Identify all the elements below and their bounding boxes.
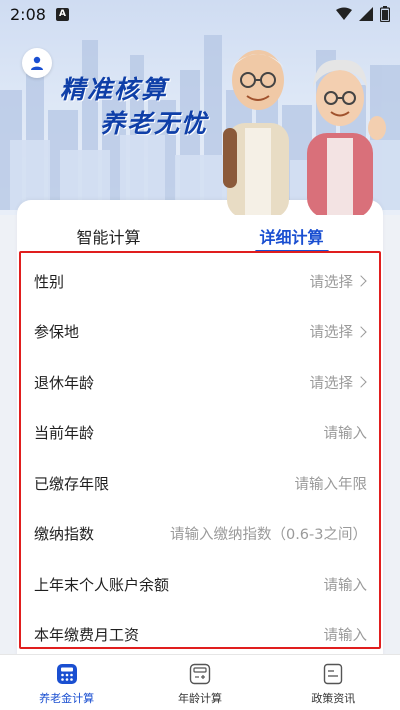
field-label: 已缴存年限 bbox=[34, 474, 110, 493]
field-placeholder: 请输入缴纳指数（0.6-3之间） bbox=[169, 527, 367, 544]
field-label: 本年缴费月工资 bbox=[34, 626, 140, 645]
insured-location-field[interactable]: 参保地 请选择 bbox=[17, 307, 383, 358]
hero-banner: 精准核算 养老无忧 bbox=[0, 0, 400, 215]
bottom-nav: 养老金计算 年龄计算 政策资讯 bbox=[0, 654, 400, 710]
retirement-age-field[interactable]: 退休年龄 请选择 bbox=[17, 357, 383, 408]
field-label: 上年末个人账户余额 bbox=[34, 575, 170, 594]
account-balance-field[interactable]: 上年末个人账户余额 请输入 bbox=[17, 559, 383, 610]
nav-pension-calc[interactable]: 养老金计算 bbox=[0, 655, 133, 710]
field-value: 请选择 bbox=[310, 321, 368, 342]
age-calc-icon bbox=[188, 662, 212, 686]
calculator-card: 智能计算 详细计算 性别 请选择 参保地 请选择 退休年龄 请选择 当前年龄 请… bbox=[17, 200, 383, 660]
tab-smart-calc[interactable]: 智能计算 bbox=[17, 220, 200, 260]
field-label: 当前年龄 bbox=[34, 424, 95, 443]
user-avatar[interactable] bbox=[22, 48, 52, 78]
wifi-icon bbox=[336, 7, 352, 20]
slogan: 精准核算 养老无忧 bbox=[50, 68, 250, 140]
user-icon bbox=[31, 56, 43, 70]
document-icon bbox=[321, 662, 345, 686]
slogan-line1: 精准核算 bbox=[60, 75, 169, 104]
active-tab-indicator bbox=[254, 250, 329, 253]
nav-age-calc[interactable]: 年龄计算 bbox=[133, 655, 266, 710]
chevron-right-icon bbox=[355, 326, 367, 338]
battery-icon bbox=[380, 6, 390, 22]
field-placeholder: 请输入 bbox=[323, 577, 368, 594]
current-age-field[interactable]: 当前年龄 请输入 bbox=[17, 408, 383, 459]
notification-icon: A bbox=[55, 7, 69, 21]
nav-label: 年龄计算 bbox=[177, 692, 222, 705]
field-value: 请选择 bbox=[310, 372, 368, 393]
field-placeholder: 请输入 bbox=[323, 426, 368, 443]
tab-detailed-calc[interactable]: 详细计算 bbox=[200, 220, 383, 260]
nav-label: 政策资讯 bbox=[311, 692, 356, 705]
chevron-right-icon bbox=[355, 376, 367, 388]
contribution-index-field[interactable]: 缴纳指数 请输入缴纳指数（0.6-3之间） bbox=[17, 509, 383, 560]
field-value: 请选择 bbox=[310, 271, 368, 292]
detailed-form: 性别 请选择 参保地 请选择 退休年龄 请选择 当前年龄 请输入 已缴存年限 请… bbox=[17, 256, 383, 660]
tab-bar: 智能计算 详细计算 bbox=[17, 220, 383, 260]
field-label: 缴纳指数 bbox=[34, 525, 95, 544]
tab-label: 智能计算 bbox=[76, 228, 141, 247]
nav-policy-news[interactable]: 政策资讯 bbox=[267, 655, 400, 710]
nav-label: 养老金计算 bbox=[39, 692, 95, 705]
field-label: 性别 bbox=[34, 272, 65, 291]
field-placeholder: 请输入 bbox=[323, 628, 368, 645]
field-label: 参保地 bbox=[34, 323, 80, 342]
field-placeholder: 请选择 bbox=[309, 325, 354, 342]
chevron-right-icon bbox=[355, 275, 367, 287]
field-placeholder: 请选择 bbox=[309, 375, 354, 392]
calculator-icon bbox=[55, 662, 79, 686]
gender-field[interactable]: 性别 请选择 bbox=[17, 256, 383, 307]
status-time: 2:08 bbox=[10, 4, 46, 24]
field-placeholder: 请输入年限 bbox=[294, 476, 368, 493]
tab-label: 详细计算 bbox=[259, 228, 324, 247]
signal-icon bbox=[359, 7, 373, 21]
field-label: 退休年龄 bbox=[34, 373, 95, 392]
field-placeholder: 请选择 bbox=[309, 274, 354, 291]
slogan-line2: 养老无忧 bbox=[100, 109, 209, 138]
status-bar: 2:08 A bbox=[0, 0, 400, 28]
monthly-salary-field[interactable]: 本年缴费月工资 请输入 bbox=[17, 610, 383, 661]
paid-years-field[interactable]: 已缴存年限 请输入年限 bbox=[17, 458, 383, 509]
